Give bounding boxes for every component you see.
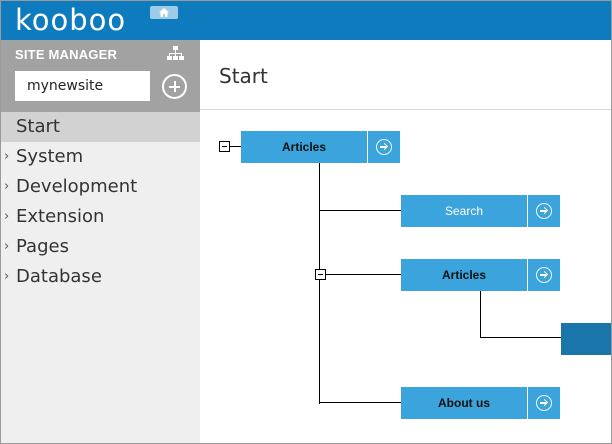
collapse-toggle-articles[interactable] (315, 269, 326, 280)
tree-node-grandchild[interactable] (561, 323, 611, 355)
app-window: kooboo SITE MANAGER mynewsite Start › Sy… (0, 0, 612, 444)
sitemap-icon[interactable] (167, 46, 184, 61)
tree-node-label[interactable]: Search (401, 195, 527, 227)
arrow-circle-right-icon (536, 267, 552, 283)
tree-node-label[interactable]: About us (401, 387, 527, 419)
chevron-right-icon: › (4, 179, 10, 194)
arrow-circle-right-icon (376, 139, 392, 155)
title-divider (200, 109, 611, 110)
chevron-right-icon: › (4, 269, 10, 284)
sidebar-item-label: Start (16, 116, 60, 137)
tree-node-root: Articles (241, 131, 400, 163)
tree-node-label[interactable]: Articles (241, 131, 367, 163)
tree-connector (325, 274, 401, 275)
open-node-button[interactable] (528, 195, 560, 227)
top-bar: kooboo (1, 1, 611, 40)
home-icon (159, 8, 169, 17)
chevron-right-icon: › (4, 209, 10, 224)
sidebar-item-system[interactable]: › System (1, 142, 200, 172)
sidebar-item-database[interactable]: › Database (1, 262, 200, 292)
sidebar-item-development[interactable]: › Development (1, 172, 200, 202)
sidebar-item-extension[interactable]: › Extension (1, 202, 200, 232)
tree-node-about-us: About us (401, 387, 560, 419)
tree-node-label[interactable]: Articles (401, 259, 527, 291)
open-node-button[interactable] (528, 387, 560, 419)
arrow-circle-right-icon (536, 395, 552, 411)
tree-connector (480, 337, 562, 338)
arrow-circle-right-icon (536, 203, 552, 219)
tree-connector (230, 146, 241, 147)
sidebar-menu: Start › System › Development › Extension… (1, 112, 200, 292)
sidebar-item-label: Database (16, 266, 102, 287)
collapse-toggle-root[interactable] (219, 141, 230, 152)
sidebar-header: SITE MANAGER (1, 40, 200, 112)
page-title: Start (219, 64, 268, 88)
main-content: Start Articles Search Articles About us (200, 40, 611, 443)
tree-node-search: Search (401, 195, 560, 227)
home-button[interactable] (150, 6, 178, 19)
open-node-button[interactable] (368, 131, 400, 163)
chevron-right-icon: › (4, 149, 10, 164)
tree-connector (480, 290, 481, 338)
sidebar-item-label: System (16, 146, 84, 167)
add-site-button[interactable] (162, 74, 187, 99)
sidebar-item-start[interactable]: Start (1, 112, 200, 142)
open-node-button[interactable] (528, 259, 560, 291)
tree-connector (319, 402, 401, 403)
chevron-right-icon: › (4, 239, 10, 254)
site-manager-title: SITE MANAGER (15, 47, 118, 62)
sidebar: SITE MANAGER Start › (1, 40, 200, 443)
tree-node-articles: Articles (401, 259, 560, 291)
tree-connector (319, 210, 401, 211)
site-name-input[interactable] (15, 71, 150, 101)
sidebar-item-label: Extension (16, 206, 105, 227)
kooboo-logo[interactable]: kooboo (15, 3, 126, 37)
tree-connector (319, 162, 320, 404)
sidebar-item-pages[interactable]: › Pages (1, 232, 200, 262)
sidebar-item-label: Development (16, 176, 138, 197)
sidebar-item-label: Pages (16, 236, 69, 257)
